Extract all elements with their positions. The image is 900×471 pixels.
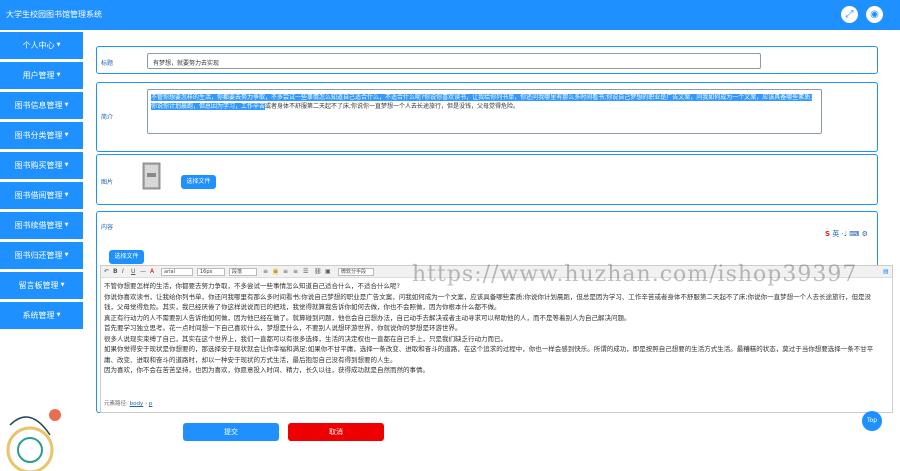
image-icon[interactable]: ▣ [325, 268, 331, 275]
title-card: 标题 有梦想，就要努力去实现 [96, 46, 878, 74]
sogou-icon: S [825, 230, 831, 238]
intro-rest-text: 或者身体不舒服第二天起不了床;你说你一直梦想一个人去长途旅行，但是没钱，父母觉得… [265, 103, 520, 110]
list-icon[interactable]: ☰ [303, 268, 308, 275]
rich-text-editor[interactable]: ↶ B I U — A arial 16px 段落 ≡ ≡ ≡ ≡ ☰ ⛓ ▣ … [100, 265, 893, 413]
align-center-icon[interactable]: ≡ [273, 268, 279, 275]
editor-paragraph: 很多人说现实束缚了自己，其实在这个世界上，我们一直都可以有很多选择，生活的决定权… [104, 334, 507, 343]
decorative-illustration [6, 409, 61, 471]
align-justify-icon[interactable]: ≡ [293, 268, 298, 275]
ime-toolbar[interactable]: S 英 ·♩ ⌨ ⚙ [825, 229, 868, 242]
main-content: 标题 有梦想，就要努力去实现 简介 不管你想要怎样的生活，你都要去努力争取，不多… [83, 30, 900, 441]
chevron-down-icon: ▼ [64, 162, 69, 168]
chevron-down-icon: ▼ [64, 132, 69, 138]
sidebar-item-book-category[interactable]: 图书分类管理 ▼ [0, 122, 83, 149]
submit-button[interactable]: 提交 [183, 423, 279, 441]
path-body[interactable]: body [130, 401, 144, 407]
watermark: https://www.huzhan.com/ishop39397 [412, 262, 858, 287]
image-card: 图片 选择文件 [96, 154, 878, 205]
upload-content-button[interactable]: 选择文件 [109, 250, 144, 264]
editor-element-path: 元素路径: body › p [104, 401, 153, 407]
font-family-select[interactable]: arial [161, 268, 193, 276]
sidebar-item-users[interactable]: 用户管理 ▼ [0, 62, 83, 89]
chevron-down-icon: ▼ [56, 42, 61, 48]
editor-paragraph: 首先要学习独立思考。花一点时间想一下自己喜欢什么，梦想是什么，不要别人说想环游世… [104, 324, 462, 332]
sidebar-item-book-purchase[interactable]: 图书购买管理 ▼ [0, 152, 83, 179]
sidebar-item-book-renew[interactable]: 图书续借管理 ▼ [0, 212, 83, 239]
align-right-icon[interactable]: ≡ [283, 268, 288, 275]
user-icon[interactable]: ◉ [866, 6, 883, 23]
chevron-down-icon: ▼ [60, 282, 65, 288]
fullscreen-editor-icon[interactable]: ▤ [883, 268, 889, 275]
intro-card: 简介 不管你想要怎样的生活，你都要去努力争取，不多尝试一些事情怎么知道自己适合什… [96, 82, 878, 152]
content-card: 内容 选择文件 ↶ B I U — A arial 16px 段落 ≡ ≡ ≡ … [96, 211, 893, 413]
path-p[interactable]: p [149, 401, 153, 407]
content-label: 内容 [101, 224, 114, 231]
chevron-down-icon: ▼ [56, 312, 61, 318]
link-icon[interactable]: ⛓ [314, 268, 322, 275]
font-size-select[interactable]: 16px [197, 268, 225, 276]
editor-paragraph: 如果你觉得安于现状是你想要的，那选择安于现状就会让你幸福和满足;如果你不甘平庸，… [104, 345, 874, 364]
sidebar-item-book-borrow[interactable]: 图书借阅管理 ▼ [0, 182, 83, 209]
strikethrough-icon[interactable]: — [140, 268, 146, 275]
image-preview [142, 162, 161, 190]
sidebar: 个人中心 ▼ 用户管理 ▼ 图书信息管理 ▼ 图书分类管理 ▼ 图书购买管理 ▼ 图书借阅… [0, 30, 83, 471]
font-color-icon[interactable]: A [150, 268, 154, 275]
undo-icon[interactable]: ↶ [104, 268, 109, 275]
intro-label: 简介 [101, 114, 114, 121]
align-left-icon[interactable]: ≡ [263, 268, 268, 275]
chevron-down-icon: ▼ [64, 252, 69, 258]
fullscreen-icon[interactable]: ⤢ [841, 6, 858, 23]
chevron-down-icon: ▼ [64, 192, 69, 198]
paragraph-select[interactable]: 段落 [229, 268, 257, 276]
chevron-down-icon: ▼ [56, 72, 61, 78]
app-title: 大学生校园图书馆管理系统 [6, 10, 102, 19]
cancel-button[interactable]: 取消 [288, 423, 384, 441]
sidebar-item-book-info[interactable]: 图书信息管理 ▼ [0, 92, 83, 119]
sidebar-item-personal-center[interactable]: 个人中心 ▼ [0, 32, 83, 59]
chevron-down-icon: ▼ [64, 222, 69, 228]
sidebar-item-book-return[interactable]: 图书归还管理 ▼ [0, 242, 83, 269]
intro-textarea[interactable]: 不管你想要怎样的生活，你都要去努力争取，不多尝试一些事情怎么知道自己适合什么，不… [147, 89, 822, 134]
image-label: 图片 [101, 179, 114, 186]
title-input[interactable]: 有梦想，就要努力去实现 [147, 53, 761, 69]
top-header: 大学生校园图书馆管理系统 ⤢ ◉ [0, 0, 900, 30]
italic-icon[interactable]: I [122, 268, 124, 275]
bold-icon[interactable]: B [113, 268, 118, 275]
editor-paragraph: 真正有行动力的人不需要别人告诉他如何做，因为他已经在做了。就算碰到问题，他也会自… [104, 313, 631, 322]
upload-image-button[interactable]: 选择文件 [181, 175, 216, 189]
chevron-down-icon: ▼ [64, 102, 69, 108]
sidebar-item-message-board[interactable]: 留言板管理 ▼ [0, 272, 83, 299]
editor-paragraph: 因为喜欢，你不会在苦苦坚持，也因为喜欢，你愿意投入时间、精力，长久以往，获得成功… [104, 366, 429, 374]
back-to-top-button[interactable]: Top [862, 411, 882, 431]
title-label: 标题 [101, 60, 114, 67]
editor-paragraph: 你说你喜欢读书，让我给你列书单，你还问我哪里有那么多时间看书;你说自己梦想的职业… [104, 292, 872, 312]
underline-icon[interactable]: U [131, 268, 135, 275]
format-select[interactable]: 微软分手段 [338, 268, 374, 276]
sidebar-item-system[interactable]: 系统管理 ▼ [0, 302, 83, 329]
editor-document[interactable]: 不管你想要怎样的生活，你都要去努力争取，不多尝试一些事情怎么知道自己适合什么，不… [104, 281, 884, 376]
